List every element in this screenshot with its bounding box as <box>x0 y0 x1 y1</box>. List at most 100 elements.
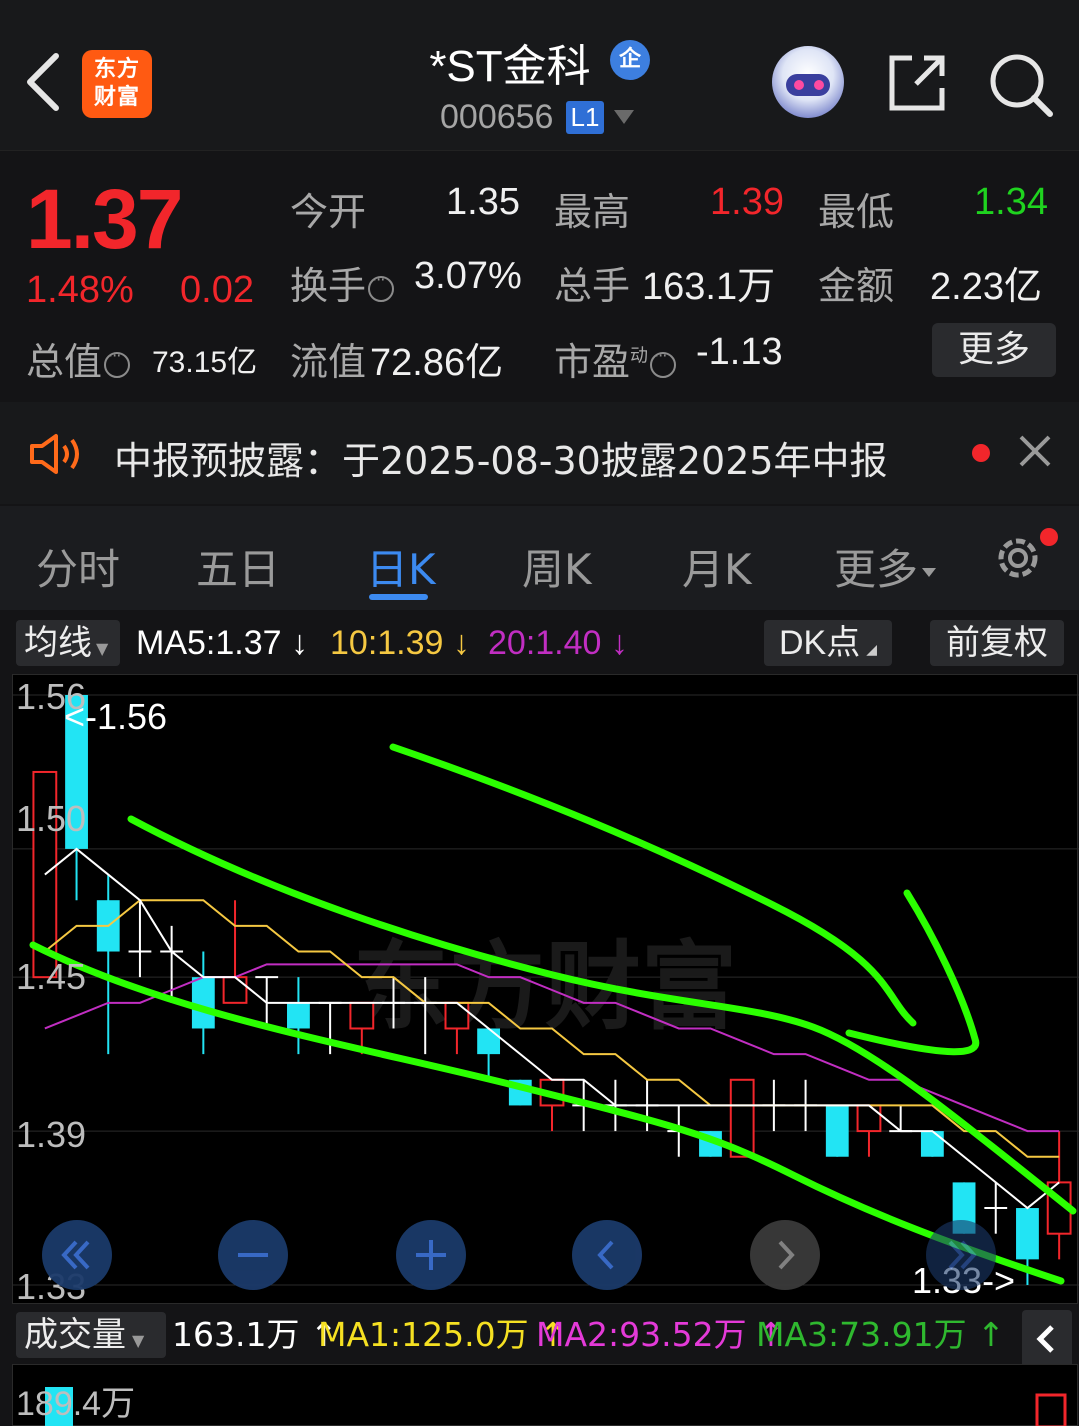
y-tick-label: 1.50 <box>16 798 87 839</box>
volume-selector[interactable]: 成交量 ▼ <box>16 1312 166 1358</box>
volume-value: 163.1万 <box>642 266 776 308</box>
volume-chart[interactable] <box>12 1364 1078 1426</box>
scroll-right-button[interactable] <box>750 1220 820 1290</box>
ma10-value: 10:1.39 ↓ <box>330 624 470 662</box>
high-annotation: <-1.56 <box>64 696 168 737</box>
scroll-left-button[interactable] <box>572 1220 642 1290</box>
minus-icon <box>238 1253 268 1257</box>
ma20-value: 20:1.40 ↓ <box>488 624 628 662</box>
candle-body <box>444 1001 470 1030</box>
chevron-down-icon[interactable] <box>614 110 634 124</box>
tab-daily-k[interactable]: 日K <box>366 536 436 597</box>
announcement-bar[interactable]: 中报预披露：于2025-08-30披露2025年中报 <box>0 402 1079 504</box>
float-cap-label: 流值 <box>290 340 367 384</box>
quote-panel: 1.37 1.48% 0.02 今开 1.35 最高 1.39 最低 1.34 … <box>0 150 1079 400</box>
chevron-left-icon <box>1036 1325 1054 1353</box>
candle-body <box>349 1001 375 1030</box>
plus-icon <box>416 1240 446 1270</box>
logo-text: 东方财富 <box>93 57 140 110</box>
speaker-icon <box>30 434 79 474</box>
amount-label: 金额 <box>818 264 895 308</box>
down-arrow-icon: ↓ <box>290 624 308 662</box>
y-tick-label: 1.39 <box>16 1114 87 1155</box>
candle-body <box>287 1002 310 1029</box>
kline-svg: 东方财富 <box>13 694 1079 1286</box>
market-cap-value: 73.15亿 <box>152 346 258 379</box>
candle-body <box>477 1028 501 1055</box>
volume-max-label: 189.4万 <box>16 1385 136 1423</box>
high-value: 1.39 <box>710 181 784 223</box>
caret-down-icon: ▼ <box>132 1331 145 1350</box>
share-icon[interactable] <box>886 52 948 114</box>
top-bar: 东方财富 *ST金科 企 000656 L1 <box>0 0 1079 150</box>
amount-value: 2.23亿 <box>930 266 1042 308</box>
more-button[interactable]: 更多 <box>932 323 1056 377</box>
vol-ma3-value: MA3:73.91万 ↑ <box>756 1315 1005 1354</box>
double-chevron-left-icon <box>61 1240 90 1270</box>
up-arrow-icon: ↑ <box>977 1315 1005 1354</box>
tab-five-day[interactable]: 五日 <box>196 536 280 597</box>
search-icon[interactable] <box>988 52 1054 118</box>
forward-adjust-button[interactable]: 前复权 <box>930 620 1064 666</box>
ma-selector[interactable]: 均线 ▼ <box>16 620 120 666</box>
pe-value: -1.13 <box>696 331 783 373</box>
candlestick-chart[interactable]: 东方财富 <box>12 674 1079 1304</box>
info-icon[interactable] <box>650 346 677 378</box>
fast-forward-button[interactable] <box>926 1220 996 1290</box>
info-icon[interactable] <box>368 270 395 302</box>
period-tabs: 分时 五日 日K 周K 月K 更多 <box>0 506 1079 610</box>
down-arrow-icon: ↓ <box>452 624 470 662</box>
pe-label[interactable]: 市盈动 <box>554 331 677 386</box>
chevron-right-icon <box>778 1240 795 1270</box>
level-badge[interactable]: L1 <box>566 101 604 134</box>
tab-more[interactable]: 更多 <box>834 536 937 597</box>
gear-icon[interactable] <box>990 530 1046 586</box>
vol-ma1-value: MA1:125.0万 ↑ <box>318 1315 567 1354</box>
assistant-robot-icon[interactable] <box>772 46 844 118</box>
ma5-value: MA5:1.37 ↓ <box>136 624 308 662</box>
unread-dot <box>972 444 990 462</box>
candle-body <box>1016 1208 1039 1260</box>
info-icon[interactable] <box>104 346 131 378</box>
candle-body <box>920 1131 944 1157</box>
market-cap-label[interactable]: 总值 <box>26 331 131 386</box>
rewind-button[interactable] <box>42 1220 112 1290</box>
turnover-label[interactable]: 换手 <box>290 255 395 310</box>
tab-weekly-k[interactable]: 周K <box>522 536 592 597</box>
back-arrow-icon[interactable] <box>24 52 64 112</box>
turnover-value: 3.07% <box>414 255 522 297</box>
dk-point-button[interactable]: DK点 ◢ <box>764 620 892 666</box>
volume-indicator-bar: 成交量 ▼ 163.1万 ↑ MA1:125.0万 ↑ MA2:93.52万 ↑ … <box>0 1306 1079 1368</box>
volume-value: 163.1万 ↑ <box>172 1315 338 1354</box>
change-amount: 0.02 <box>180 269 254 311</box>
chevron-left-icon <box>597 1240 614 1270</box>
tab-intraday[interactable]: 分时 <box>36 536 120 597</box>
low-label: 最低 <box>818 190 895 234</box>
open-value: 1.35 <box>446 181 520 223</box>
candle-body <box>856 1104 882 1133</box>
candle-body <box>825 1105 849 1157</box>
volume-label: 总手 <box>554 264 631 308</box>
collapse-button[interactable] <box>1022 1310 1072 1368</box>
settings-badge-dot <box>1040 528 1058 546</box>
app-logo[interactable]: 东方财富 <box>82 50 152 118</box>
tab-monthly-k[interactable]: 月K <box>682 536 752 597</box>
stock-code[interactable]: 000656 <box>440 98 553 137</box>
candle-body <box>191 977 215 1029</box>
enterprise-badge: 企 <box>610 40 650 80</box>
current-price: 1.37 <box>26 172 183 266</box>
volume-bar <box>1035 1393 1067 1426</box>
zoom-in-button[interactable] <box>396 1220 466 1290</box>
open-label: 今开 <box>290 190 367 234</box>
ma-indicator-bar: 均线 ▼ MA5:1.37 ↓ 10:1.39 ↓ 20:1.40 ↓ DK点 ◢ … <box>0 612 1079 672</box>
volume-svg <box>45 1387 1067 1426</box>
trend-arrow-head <box>845 889 980 1056</box>
caret-down-icon: ▼ <box>96 639 109 658</box>
zoom-out-button[interactable] <box>218 1220 288 1290</box>
change-percent: 1.48% <box>26 269 134 311</box>
close-icon[interactable] <box>1016 432 1054 470</box>
caret-down-icon <box>922 568 937 577</box>
double-chevron-right-icon <box>948 1240 977 1270</box>
candle-body <box>222 976 248 1004</box>
active-tab-indicator <box>369 594 428 600</box>
